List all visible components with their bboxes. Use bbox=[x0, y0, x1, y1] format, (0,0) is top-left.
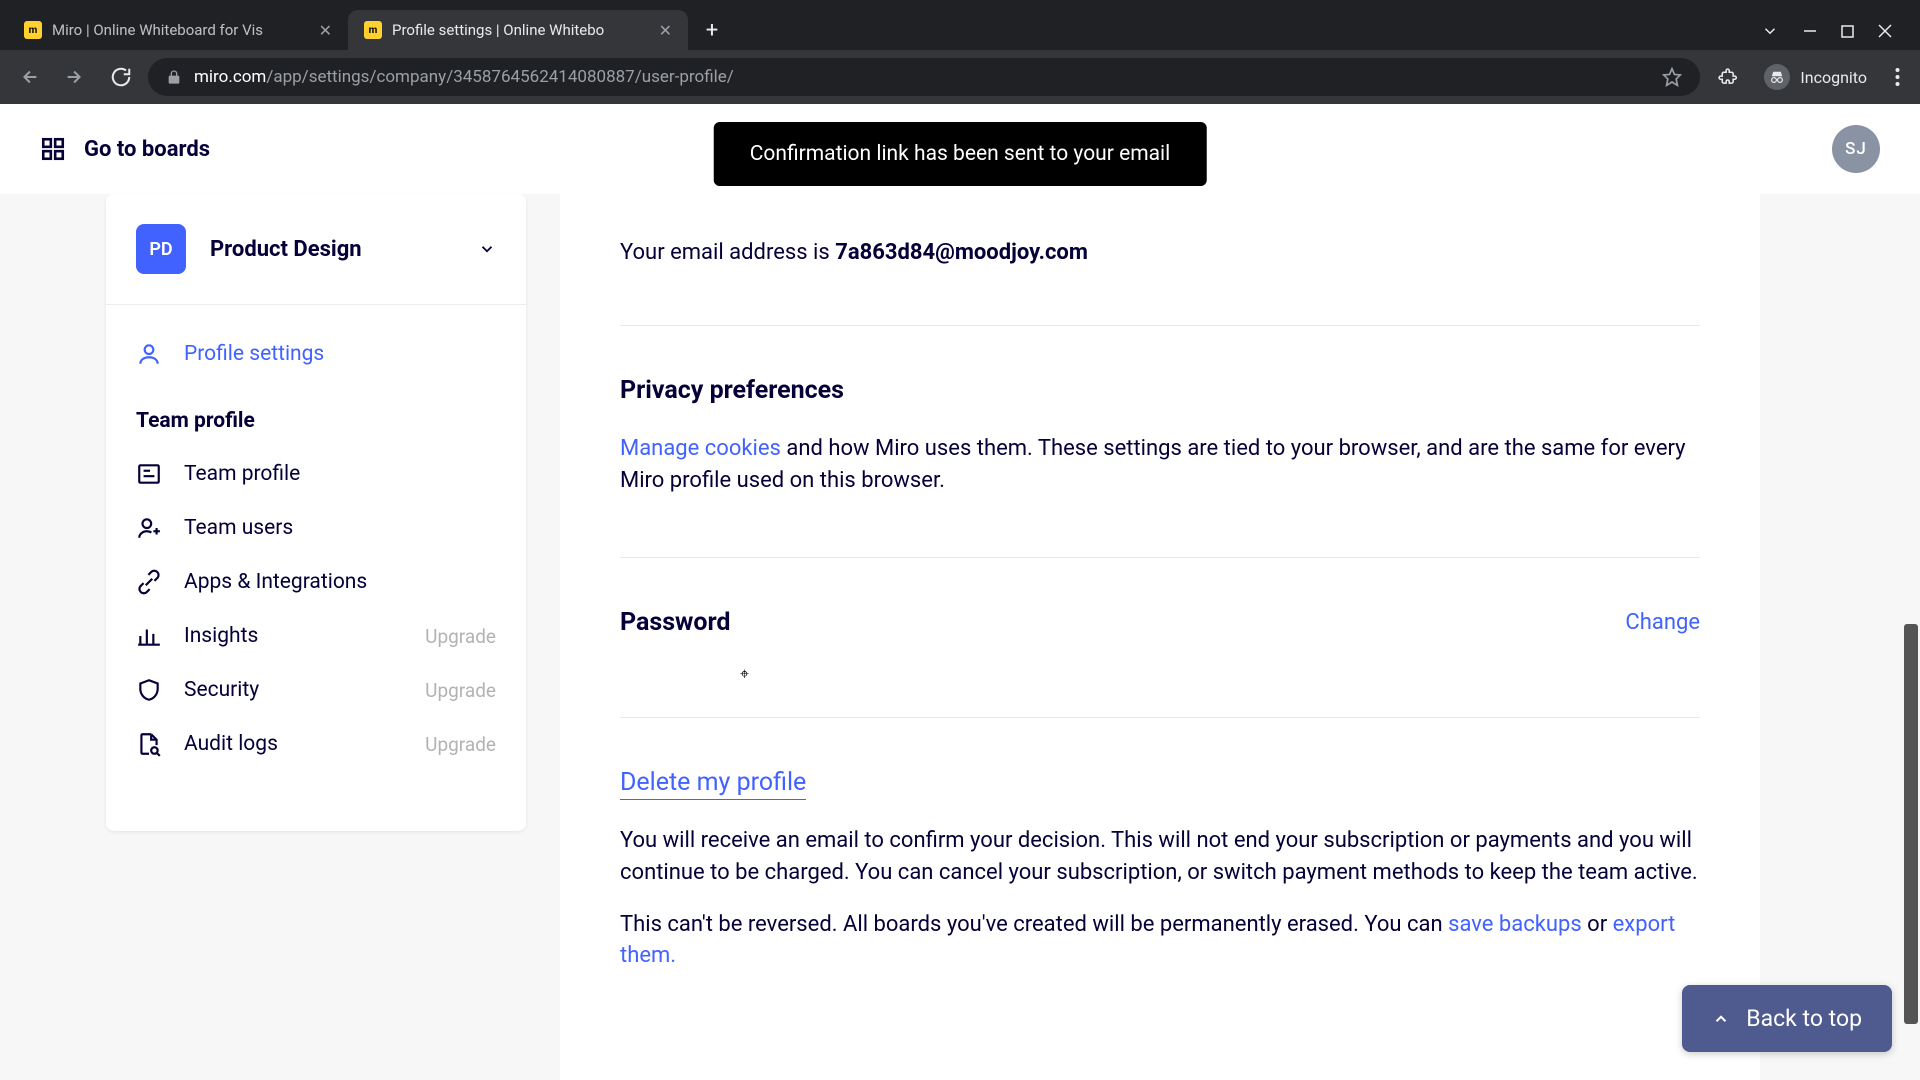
sidebar-section-title: Team profile bbox=[106, 381, 526, 447]
sidebar-item-apps-integrations[interactable]: Apps & Integrations bbox=[106, 555, 526, 609]
go-to-boards-link[interactable]: Go to boards bbox=[40, 136, 210, 162]
settings-content: Your email address is 7a863d84@moodjoy.c… bbox=[560, 194, 1760, 1080]
url-text: miro.com/app/settings/company/3458764562… bbox=[194, 67, 1650, 87]
document-search-icon bbox=[136, 731, 162, 757]
divider bbox=[106, 304, 526, 305]
back-button[interactable] bbox=[10, 58, 48, 96]
sidebar-item-label: Team profile bbox=[184, 462, 300, 486]
browser-tab-miro-home[interactable]: m Miro | Online Whiteboard for Vis ✕ bbox=[8, 10, 348, 50]
browser-toolbar: miro.com/app/settings/company/3458764562… bbox=[0, 50, 1920, 104]
forward-button[interactable] bbox=[56, 58, 94, 96]
divider bbox=[620, 325, 1700, 326]
toast-notification: Confirmation link has been sent to your … bbox=[714, 122, 1207, 186]
divider bbox=[620, 717, 1700, 718]
chevron-down-icon bbox=[478, 240, 496, 258]
team-name: Product Design bbox=[210, 237, 454, 262]
window-maximize-icon[interactable] bbox=[1841, 25, 1854, 38]
back-to-top-button[interactable]: Back to top bbox=[1682, 985, 1892, 1052]
window-minimize-icon[interactable] bbox=[1803, 24, 1817, 38]
extensions-icon[interactable] bbox=[1708, 58, 1746, 96]
profile-card-icon bbox=[136, 461, 162, 487]
sidebar-item-label: Profile settings bbox=[184, 342, 324, 366]
privacy-description: Manage cookies and how Miro uses them. T… bbox=[620, 433, 1700, 497]
page-content: Go to boards SJ Confirmation link has be… bbox=[0, 104, 1920, 1080]
delete-profile-heading[interactable]: Delete my profile bbox=[620, 768, 1700, 797]
sidebar-item-team-users[interactable]: Team users bbox=[106, 501, 526, 555]
divider bbox=[620, 557, 1700, 558]
upgrade-tag: Upgrade bbox=[425, 733, 496, 756]
sidebar-item-label: Team users bbox=[184, 516, 293, 540]
back-to-top-label: Back to top bbox=[1746, 1005, 1862, 1032]
user-plus-icon bbox=[136, 515, 162, 541]
tabs-dropdown-icon[interactable] bbox=[1761, 22, 1779, 40]
tab-title: Miro | Online Whiteboard for Vis bbox=[52, 21, 309, 39]
save-backups-link[interactable]: save backups bbox=[1448, 912, 1582, 937]
window-controls bbox=[1761, 22, 1912, 50]
delete-profile-description-2: This can't be reversed. All boards you'v… bbox=[620, 909, 1700, 973]
upgrade-tag: Upgrade bbox=[425, 679, 496, 702]
new-tab-button[interactable]: + bbox=[694, 12, 730, 48]
close-tab-icon[interactable]: ✕ bbox=[659, 21, 672, 40]
miro-favicon-icon: m bbox=[24, 21, 42, 39]
sidebar-item-label: Security bbox=[184, 678, 259, 702]
sidebar-item-team-profile[interactable]: Team profile bbox=[106, 447, 526, 501]
sidebar-item-profile-settings[interactable]: Profile settings bbox=[106, 327, 526, 381]
address-bar[interactable]: miro.com/app/settings/company/3458764562… bbox=[148, 58, 1700, 96]
team-selector[interactable]: PD Product Design bbox=[106, 194, 526, 304]
settings-sidebar: PD Product Design Profile settings Team … bbox=[106, 194, 526, 831]
user-avatar[interactable]: SJ bbox=[1832, 125, 1880, 173]
boards-grid-icon bbox=[40, 136, 66, 162]
browser-menu-icon[interactable] bbox=[1885, 67, 1910, 87]
scrollbar[interactable] bbox=[1902, 104, 1920, 1080]
scrollbar-thumb[interactable] bbox=[1904, 624, 1918, 1024]
incognito-label: Incognito bbox=[1800, 68, 1867, 87]
browser-tab-strip: m Miro | Online Whiteboard for Vis ✕ m P… bbox=[0, 0, 1920, 50]
tab-title: Profile settings | Online Whitebo bbox=[392, 21, 649, 39]
email-value: 7a863d84@moodjoy.com bbox=[835, 240, 1088, 265]
reload-button[interactable] bbox=[102, 58, 140, 96]
miro-favicon-icon: m bbox=[364, 21, 382, 39]
delete-profile-description-1: You will receive an email to confirm you… bbox=[620, 825, 1700, 889]
sidebar-item-label: Apps & Integrations bbox=[184, 570, 367, 594]
browser-tab-profile-settings[interactable]: m Profile settings | Online Whitebo ✕ bbox=[348, 10, 688, 50]
user-icon bbox=[136, 341, 162, 367]
password-heading: Password bbox=[620, 608, 731, 637]
change-password-link[interactable]: Change bbox=[1625, 610, 1700, 635]
chevron-up-icon bbox=[1712, 1010, 1730, 1028]
close-tab-icon[interactable]: ✕ bbox=[319, 21, 332, 40]
incognito-indicator[interactable]: Incognito bbox=[1754, 64, 1877, 90]
manage-cookies-link[interactable]: Manage cookies bbox=[620, 436, 781, 461]
sidebar-item-audit-logs[interactable]: Audit logs Upgrade bbox=[106, 717, 526, 771]
go-to-boards-label: Go to boards bbox=[84, 137, 210, 162]
window-close-icon[interactable] bbox=[1878, 24, 1892, 38]
chart-icon bbox=[136, 623, 162, 649]
privacy-heading: Privacy preferences bbox=[620, 376, 1700, 405]
email-address-line: Your email address is 7a863d84@moodjoy.c… bbox=[620, 240, 1700, 265]
sidebar-item-insights[interactable]: Insights Upgrade bbox=[106, 609, 526, 663]
team-badge: PD bbox=[136, 224, 186, 274]
sidebar-item-security[interactable]: Security Upgrade bbox=[106, 663, 526, 717]
shield-icon bbox=[136, 677, 162, 703]
sidebar-item-label: Insights bbox=[184, 624, 258, 648]
lock-icon bbox=[166, 69, 182, 85]
incognito-icon bbox=[1764, 64, 1790, 90]
cursor-icon: ⌖ bbox=[740, 664, 749, 684]
bookmark-star-icon[interactable] bbox=[1662, 67, 1682, 87]
plug-icon bbox=[136, 569, 162, 595]
upgrade-tag: Upgrade bbox=[425, 625, 496, 648]
sidebar-item-label: Audit logs bbox=[184, 732, 278, 756]
